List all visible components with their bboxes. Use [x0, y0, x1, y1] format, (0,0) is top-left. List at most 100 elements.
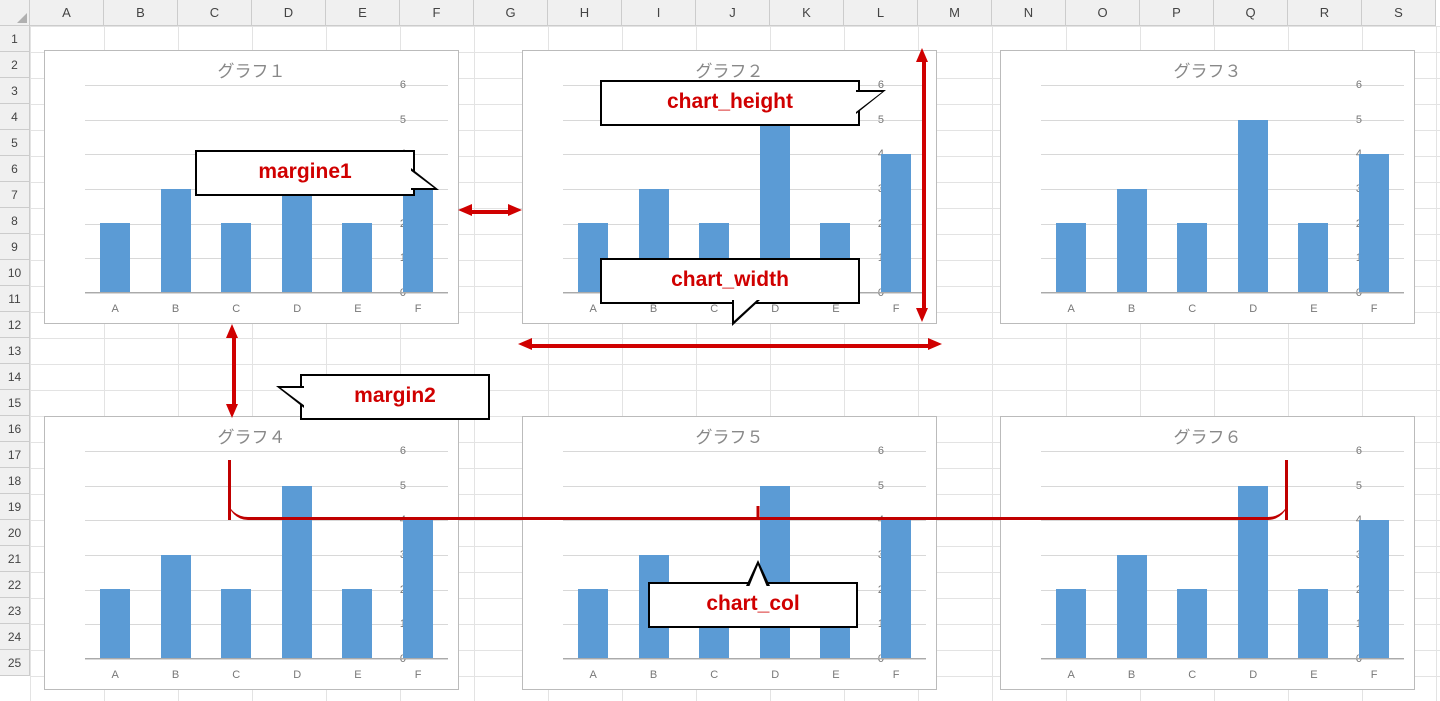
row-header-4[interactable]: 4	[0, 104, 30, 130]
x-labels: ABCDEF	[563, 669, 926, 681]
row-header-19[interactable]: 19	[0, 494, 30, 520]
x-label: C	[232, 669, 240, 681]
x-label: B	[1128, 303, 1135, 315]
column-header-a[interactable]: A	[30, 0, 104, 26]
x-labels: ABCDEF	[1041, 669, 1404, 681]
x-label: B	[172, 303, 179, 315]
bar-F	[403, 520, 433, 658]
x-label: A	[1068, 303, 1075, 315]
select-all-corner[interactable]	[0, 0, 30, 26]
row-header-17[interactable]: 17	[0, 442, 30, 468]
column-header-d[interactable]: D	[252, 0, 326, 26]
row-header-7[interactable]: 7	[0, 182, 30, 208]
x-label: F	[1371, 303, 1378, 315]
bar-A	[1056, 223, 1086, 292]
bar-F	[1359, 154, 1389, 292]
column-header-n[interactable]: N	[992, 0, 1066, 26]
x-labels: ABCDEF	[1041, 303, 1404, 315]
column-header-p[interactable]: P	[1140, 0, 1214, 26]
row-header-6[interactable]: 6	[0, 156, 30, 182]
arrow-margin2	[232, 336, 236, 406]
chart-c6[interactable]: グラフ６0123456ABCDEF	[1000, 416, 1415, 690]
x-label: E	[354, 303, 361, 315]
x-label: D	[771, 669, 779, 681]
bar-D	[1238, 120, 1268, 293]
bar-C	[1177, 589, 1207, 658]
x-label: A	[1068, 669, 1075, 681]
chart-title: グラフ２	[523, 51, 936, 82]
row-header-14[interactable]: 14	[0, 364, 30, 390]
callout-chart-width-text: chart_width	[602, 260, 858, 300]
bar-C	[221, 589, 251, 658]
column-header-s[interactable]: S	[1362, 0, 1436, 26]
row-headers: 1234567891011121314151617181920212223242…	[0, 26, 30, 676]
arrow-head-right-icon	[928, 338, 942, 350]
row-header-11[interactable]: 11	[0, 286, 30, 312]
row-header-13[interactable]: 13	[0, 338, 30, 364]
column-header-r[interactable]: R	[1288, 0, 1362, 26]
bars	[1041, 85, 1404, 293]
row-header-21[interactable]: 21	[0, 546, 30, 572]
row-header-1[interactable]: 1	[0, 26, 30, 52]
plot-area: 0123456	[1041, 85, 1404, 293]
row-header-25[interactable]: 25	[0, 650, 30, 676]
column-header-i[interactable]: I	[622, 0, 696, 26]
x-label: C	[710, 303, 718, 315]
column-header-m[interactable]: M	[918, 0, 992, 26]
x-label: F	[415, 303, 422, 315]
row-header-12[interactable]: 12	[0, 312, 30, 338]
chart-title: グラフ３	[1001, 51, 1414, 82]
column-header-k[interactable]: K	[770, 0, 844, 26]
column-header-l[interactable]: L	[844, 0, 918, 26]
arrow-head-left-icon	[518, 338, 532, 350]
x-label: F	[415, 669, 422, 681]
chart-title: グラフ４	[45, 417, 458, 448]
row-header-24[interactable]: 24	[0, 624, 30, 650]
column-header-c[interactable]: C	[178, 0, 252, 26]
arrow-head-left2-icon	[458, 204, 472, 216]
row-header-2[interactable]: 2	[0, 52, 30, 78]
row-header-9[interactable]: 9	[0, 234, 30, 260]
row-header-3[interactable]: 3	[0, 78, 30, 104]
row-header-15[interactable]: 15	[0, 390, 30, 416]
row-header-23[interactable]: 23	[0, 598, 30, 624]
bar-B	[1117, 189, 1147, 293]
bar-B	[1117, 555, 1147, 659]
column-header-q[interactable]: Q	[1214, 0, 1288, 26]
column-header-g[interactable]: G	[474, 0, 548, 26]
chart-c5[interactable]: グラフ５0123456ABCDEF	[522, 416, 937, 690]
bar-A	[1056, 589, 1086, 658]
row-header-16[interactable]: 16	[0, 416, 30, 442]
row-header-8[interactable]: 8	[0, 208, 30, 234]
x-label: F	[893, 303, 900, 315]
x-label: B	[650, 303, 657, 315]
x-label: E	[832, 669, 839, 681]
x-label: B	[650, 669, 657, 681]
x-label: F	[893, 669, 900, 681]
x-label: D	[1249, 669, 1257, 681]
row-header-10[interactable]: 10	[0, 260, 30, 286]
column-header-j[interactable]: J	[696, 0, 770, 26]
x-label: E	[1310, 669, 1317, 681]
arrow-chart-width	[530, 344, 930, 348]
x-label: B	[1128, 669, 1135, 681]
x-label: A	[590, 303, 597, 315]
column-header-b[interactable]: B	[104, 0, 178, 26]
x-label: A	[112, 303, 119, 315]
row-header-5[interactable]: 5	[0, 130, 30, 156]
column-header-f[interactable]: F	[400, 0, 474, 26]
bar-D	[282, 189, 312, 293]
arrow-chart-height	[922, 60, 926, 310]
bar-F	[1359, 520, 1389, 658]
row-header-20[interactable]: 20	[0, 520, 30, 546]
chart-c3[interactable]: グラフ３0123456ABCDEF	[1000, 50, 1415, 324]
x-label: E	[832, 303, 839, 315]
x-label: F	[1371, 669, 1378, 681]
row-header-22[interactable]: 22	[0, 572, 30, 598]
row-header-18[interactable]: 18	[0, 468, 30, 494]
column-header-e[interactable]: E	[326, 0, 400, 26]
column-header-h[interactable]: H	[548, 0, 622, 26]
chart-c4[interactable]: グラフ４0123456ABCDEF	[44, 416, 459, 690]
bar-A	[578, 589, 608, 658]
column-header-o[interactable]: O	[1066, 0, 1140, 26]
